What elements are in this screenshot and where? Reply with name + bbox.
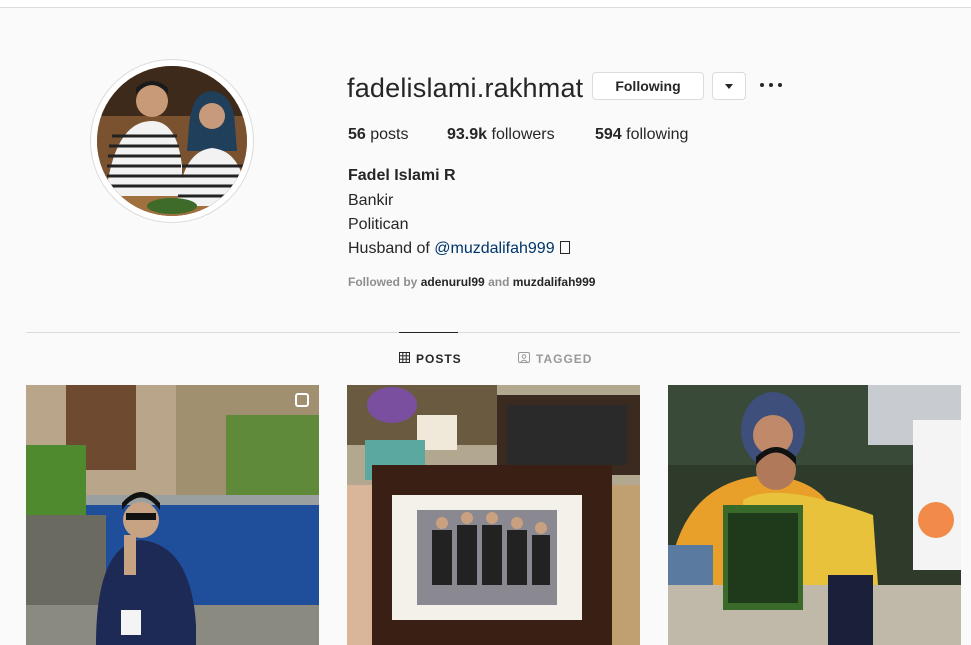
followed-by-text: Followed by adenurul99 and muzdalifah999 xyxy=(348,275,596,289)
following-button[interactable]: Following xyxy=(592,72,704,100)
posts-count-stat: 56 posts xyxy=(348,126,409,143)
chevron-down-icon xyxy=(725,83,733,89)
multiple-photos-icon xyxy=(295,393,309,407)
suggested-dropdown-button[interactable] xyxy=(712,72,746,100)
grid-icon xyxy=(399,352,410,366)
bio-line: Politican xyxy=(348,216,409,233)
top-bar xyxy=(0,0,971,8)
post-thumbnail[interactable] xyxy=(347,385,640,645)
bio-line: Husband of @muzdalifah999 xyxy=(348,240,570,258)
post-thumbnail[interactable] xyxy=(26,385,319,645)
profile-avatar[interactable] xyxy=(90,59,254,223)
bio-line: Bankir xyxy=(348,192,394,209)
profile-username: fadelislami.rakhmat xyxy=(347,73,584,103)
more-options-icon[interactable] xyxy=(760,74,782,96)
tabs-divider xyxy=(26,332,960,333)
tab-posts[interactable]: POSTS xyxy=(399,332,461,385)
post-thumbnail[interactable] xyxy=(668,385,961,645)
followed-by-user-link[interactable]: adenurul99 xyxy=(421,275,485,289)
tab-tagged[interactable]: TAGGED xyxy=(518,333,598,385)
bio-full-name: Fadel Islami R xyxy=(348,167,456,184)
tag-person-icon xyxy=(518,352,530,366)
followers-count-link[interactable]: 93.9k followers xyxy=(447,126,555,144)
following-count-link[interactable]: 594 following xyxy=(595,126,688,144)
followed-by-user-link[interactable]: muzdalifah999 xyxy=(513,275,596,289)
bio-mention-link[interactable]: @muzdalifah999 xyxy=(434,240,554,257)
avatar-photo xyxy=(97,66,247,216)
emoji-placeholder-icon xyxy=(559,241,570,254)
